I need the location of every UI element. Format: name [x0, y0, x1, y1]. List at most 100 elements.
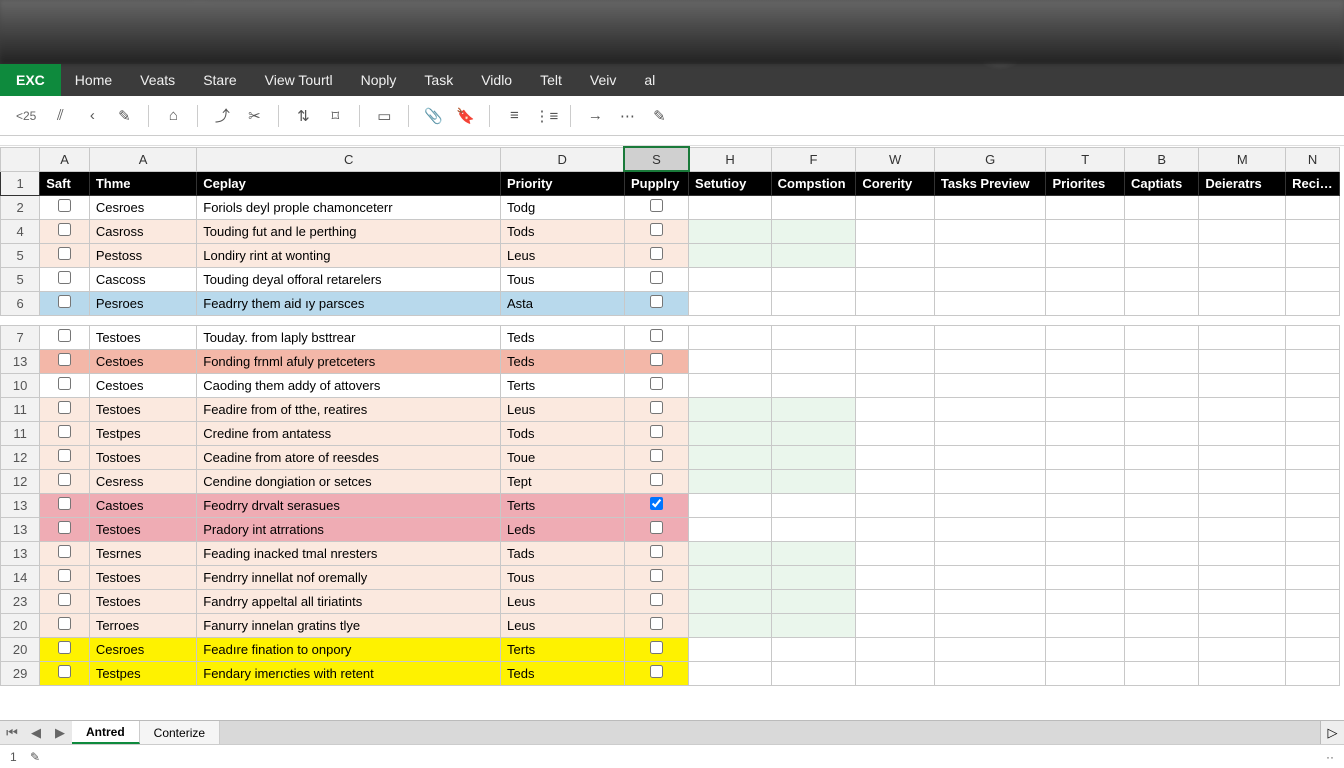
header-cell[interactable]: Compstion [771, 171, 856, 195]
cell[interactable] [1286, 637, 1340, 661]
header-cell[interactable]: Priority [501, 171, 625, 195]
cell[interactable] [689, 291, 772, 315]
col-G[interactable]: G [934, 147, 1046, 171]
cell[interactable] [771, 445, 856, 469]
cell-name[interactable]: Testoes [89, 397, 196, 421]
row-number[interactable]: 20 [1, 637, 40, 661]
cell-desc[interactable]: Foriols deyl prople chamonceterr [197, 195, 501, 219]
cell[interactable] [771, 397, 856, 421]
row-number[interactable]: 6 [1, 291, 40, 315]
row-checkbox-s[interactable] [650, 545, 663, 558]
cell[interactable] [1199, 421, 1286, 445]
cell-desc[interactable]: Fendary imerıcties with retent [197, 661, 501, 685]
col-W[interactable]: W [856, 147, 935, 171]
cell[interactable] [40, 589, 90, 613]
header-cell[interactable]: Pupplry [624, 171, 688, 195]
row-checkbox-s[interactable] [650, 329, 663, 342]
header-cell[interactable]: Thme [89, 171, 196, 195]
cell[interactable] [934, 613, 1046, 637]
row-checkbox-s[interactable] [650, 401, 663, 414]
cell[interactable] [771, 325, 856, 349]
cell[interactable] [1286, 493, 1340, 517]
cell[interactable] [856, 541, 935, 565]
cell[interactable] [1199, 517, 1286, 541]
cell[interactable] [856, 493, 935, 517]
row-checkbox-s[interactable] [650, 593, 663, 606]
cell-priority[interactable]: Leus [501, 589, 625, 613]
cell-desc[interactable]: Fanurry innelan gratins tlye [197, 613, 501, 637]
cell-priority[interactable]: Teds [501, 661, 625, 685]
cell[interactable] [624, 493, 688, 517]
row-checkbox-a[interactable] [58, 521, 71, 534]
header-cell[interactable]: Captiats [1125, 171, 1199, 195]
cell[interactable] [689, 445, 772, 469]
cell-priority[interactable]: Tous [501, 267, 625, 291]
cell[interactable] [624, 267, 688, 291]
header-cell[interactable]: Corerity [856, 171, 935, 195]
home-icon[interactable]: ⌂ [159, 102, 187, 130]
cell[interactable] [624, 397, 688, 421]
cell[interactable] [624, 421, 688, 445]
cell[interactable] [689, 421, 772, 445]
cell[interactable] [1286, 397, 1340, 421]
cell[interactable] [1125, 349, 1199, 373]
cell[interactable] [1286, 613, 1340, 637]
row-checkbox-a[interactable] [58, 449, 71, 462]
cell[interactable] [934, 397, 1046, 421]
cell[interactable] [1286, 243, 1340, 267]
cell[interactable] [689, 589, 772, 613]
cell[interactable] [1199, 397, 1286, 421]
cell[interactable] [856, 613, 935, 637]
cell[interactable] [1286, 267, 1340, 291]
tab-nav-next[interactable]: ▶ [48, 721, 72, 744]
cell[interactable] [1286, 349, 1340, 373]
cell[interactable] [1199, 219, 1286, 243]
cell[interactable] [1199, 613, 1286, 637]
arrow-right-icon[interactable]: → [581, 102, 609, 130]
cell[interactable] [934, 291, 1046, 315]
row-number[interactable]: 13 [1, 517, 40, 541]
cell-name[interactable]: Cestoes [89, 349, 196, 373]
cell[interactable] [934, 541, 1046, 565]
cell-name[interactable]: Cestoes [89, 373, 196, 397]
cell[interactable] [1199, 469, 1286, 493]
cell-desc[interactable]: Fandrry appeltal all tiriatints [197, 589, 501, 613]
row-checkbox-a[interactable] [58, 641, 71, 654]
row-checkbox-s[interactable] [650, 569, 663, 582]
cell-priority[interactable]: Leus [501, 243, 625, 267]
cell[interactable] [1286, 469, 1340, 493]
col-T[interactable]: T [1046, 147, 1125, 171]
col-B[interactable]: B [1125, 147, 1199, 171]
menu-task[interactable]: Task [410, 64, 467, 96]
menu-view-tourtl[interactable]: View Tourtl [251, 64, 347, 96]
cell[interactable] [934, 637, 1046, 661]
cell-priority[interactable]: Leus [501, 397, 625, 421]
cell[interactable] [1286, 291, 1340, 315]
cell[interactable] [856, 291, 935, 315]
row-checkbox-a[interactable] [58, 425, 71, 438]
cell[interactable] [1125, 637, 1199, 661]
cell-name[interactable]: Tesrnes [89, 541, 196, 565]
row-checkbox-s[interactable] [650, 377, 663, 390]
row-checkbox-a[interactable] [58, 401, 71, 414]
cell[interactable] [689, 349, 772, 373]
col-A2[interactable]: A [89, 147, 196, 171]
cell[interactable] [856, 325, 935, 349]
row-checkbox-a[interactable] [58, 353, 71, 366]
cell[interactable] [1046, 445, 1125, 469]
cell[interactable] [624, 243, 688, 267]
cell-name[interactable]: Testoes [89, 589, 196, 613]
cell[interactable] [1125, 445, 1199, 469]
cell[interactable] [624, 589, 688, 613]
cell-desc[interactable]: Feadıre fination to onpory [197, 637, 501, 661]
cell-desc[interactable]: Pradory int atrrations [197, 517, 501, 541]
cell[interactable] [40, 195, 90, 219]
row-number[interactable]: 5 [1, 243, 40, 267]
cell[interactable] [856, 195, 935, 219]
col-S[interactable]: S [624, 147, 688, 171]
cell[interactable] [624, 541, 688, 565]
cell[interactable] [856, 637, 935, 661]
row-checkbox-a[interactable] [58, 545, 71, 558]
cell[interactable] [1125, 195, 1199, 219]
cell[interactable] [624, 373, 688, 397]
